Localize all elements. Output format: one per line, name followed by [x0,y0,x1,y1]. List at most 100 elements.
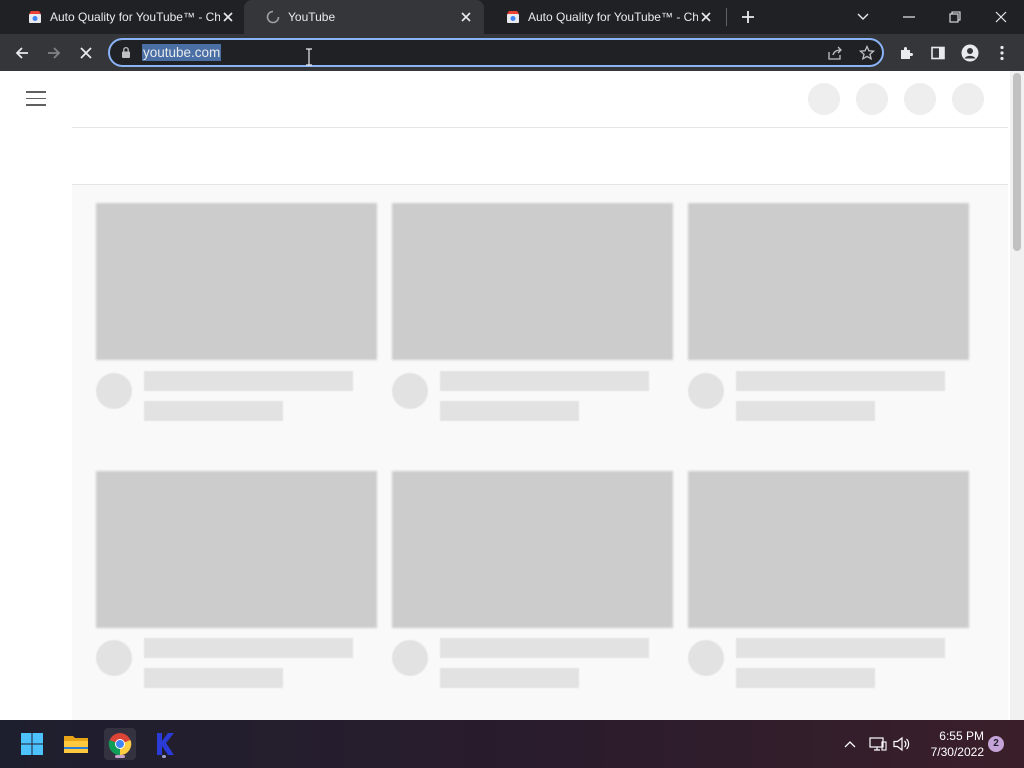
chrome-menu-button[interactable] [988,39,1016,67]
youtube-page [0,71,1024,720]
network-icon [869,737,887,751]
channel-avatar-placeholder [392,373,428,409]
video-thumbnail-placeholder [392,203,673,360]
chrome-web-store-icon [29,11,41,23]
speaker-icon [893,736,910,752]
meta-placeholder [144,668,283,688]
scrollbar-thumb[interactable] [1013,73,1021,251]
tab-separator [726,8,727,26]
url-text[interactable]: youtube.com [142,44,222,61]
system-clock[interactable]: 6:55 PM 7/30/2022 [918,728,984,760]
lock-icon[interactable] [121,46,131,59]
tab-strip: Auto Quality for YouTube™ - Chr YouTube … [0,0,1024,34]
running-app-indicator [162,755,166,758]
title-placeholder [144,371,353,391]
chrome-web-store-icon [507,11,519,23]
restore-icon [949,11,961,23]
header-placeholder-circle [856,83,888,115]
file-explorer-icon [64,736,88,753]
meta-placeholder [144,401,283,421]
chrome-icon [108,733,132,756]
chevron-down-icon [857,13,869,20]
volume-button[interactable] [892,732,912,756]
meta-placeholder [440,401,579,421]
meta-placeholder [736,401,875,421]
clock-date: 7/30/2022 [930,745,984,759]
forward-button[interactable] [40,39,68,67]
title-placeholder [440,371,649,391]
meta-placeholder [736,668,875,688]
title-placeholder [736,638,945,658]
header-placeholder-circle [904,83,936,115]
restore-button[interactable] [932,0,978,34]
notification-badge[interactable]: 2 [988,736,1004,752]
video-thumbnail-placeholder [392,471,673,628]
puzzle-icon [901,47,913,59]
arrow-right-icon [48,47,61,59]
channel-avatar-placeholder [688,373,724,409]
address-bar[interactable]: youtube.com [108,38,884,67]
share-icon[interactable] [826,44,844,62]
side-panel-icon [931,46,945,60]
extensions-button[interactable] [892,39,920,67]
channel-avatar-placeholder [392,640,428,676]
channel-avatar-placeholder [688,640,724,676]
title-placeholder [736,371,945,391]
video-thumbnail-placeholder [96,203,377,360]
text-cursor-icon [306,48,312,66]
youtube-header [0,71,1010,127]
profile-button[interactable] [956,39,984,67]
minimize-button[interactable] [886,0,932,34]
start-icon [21,733,43,755]
side-panel-button[interactable] [924,39,952,67]
k-app-button[interactable] [148,728,180,760]
tab-search-button[interactable] [840,0,886,34]
video-thumbnail-placeholder [96,471,377,628]
chips-bar-placeholder [72,127,1008,185]
start-button[interactable] [16,728,48,760]
close-icon [80,47,92,59]
avatar-icon [961,44,979,62]
close-tab-icon[interactable] [220,9,236,25]
windows-taskbar: 6:55 PM 7/30/2022 2 [0,720,1024,768]
close-tab-icon[interactable] [458,9,474,25]
title-placeholder [144,638,353,658]
video-thumbnail-placeholder [688,471,969,628]
show-hidden-icons-button[interactable] [840,732,860,756]
header-placeholder-circle [952,83,984,115]
meta-placeholder [440,668,579,688]
channel-avatar-placeholder [96,640,132,676]
video-grid-skeleton [72,185,1008,720]
more-vert-icon [1000,45,1004,61]
chrome-taskbar-button[interactable] [104,728,136,760]
minimize-icon [903,16,915,18]
header-placeholder-circle [808,83,840,115]
close-icon [995,11,1007,23]
clock-time: 6:55 PM [939,729,984,743]
loading-spinner-icon [266,10,280,24]
new-tab-button[interactable] [738,7,758,27]
stop-loading-button[interactable] [72,39,100,67]
active-app-indicator [115,755,125,758]
tab-title: YouTube [288,10,336,24]
menu-icon[interactable] [26,91,46,107]
network-button[interactable] [868,732,888,756]
chevron-up-icon [844,741,856,748]
bookmark-star-icon[interactable] [858,44,876,62]
arrow-left-icon [15,47,28,59]
browser-toolbar: youtube.com [0,34,1024,71]
page-scrollbar[interactable] [1010,71,1024,720]
tab-auto-quality-2[interactable]: Auto Quality for YouTube™ - Chr [484,0,724,34]
title-placeholder [440,638,649,658]
plus-icon [742,11,754,23]
tab-title: Auto Quality for YouTube™ - Chr [528,10,698,24]
video-thumbnail-placeholder [688,203,969,360]
close-window-button[interactable] [978,0,1024,34]
tab-auto-quality-1[interactable]: Auto Quality for YouTube™ - Chr [6,0,246,34]
k-app-icon [157,733,174,755]
file-explorer-button[interactable] [60,728,92,760]
channel-avatar-placeholder [96,373,132,409]
back-button[interactable] [8,39,36,67]
close-tab-icon[interactable] [698,9,714,25]
tab-youtube[interactable]: YouTube [244,0,484,34]
